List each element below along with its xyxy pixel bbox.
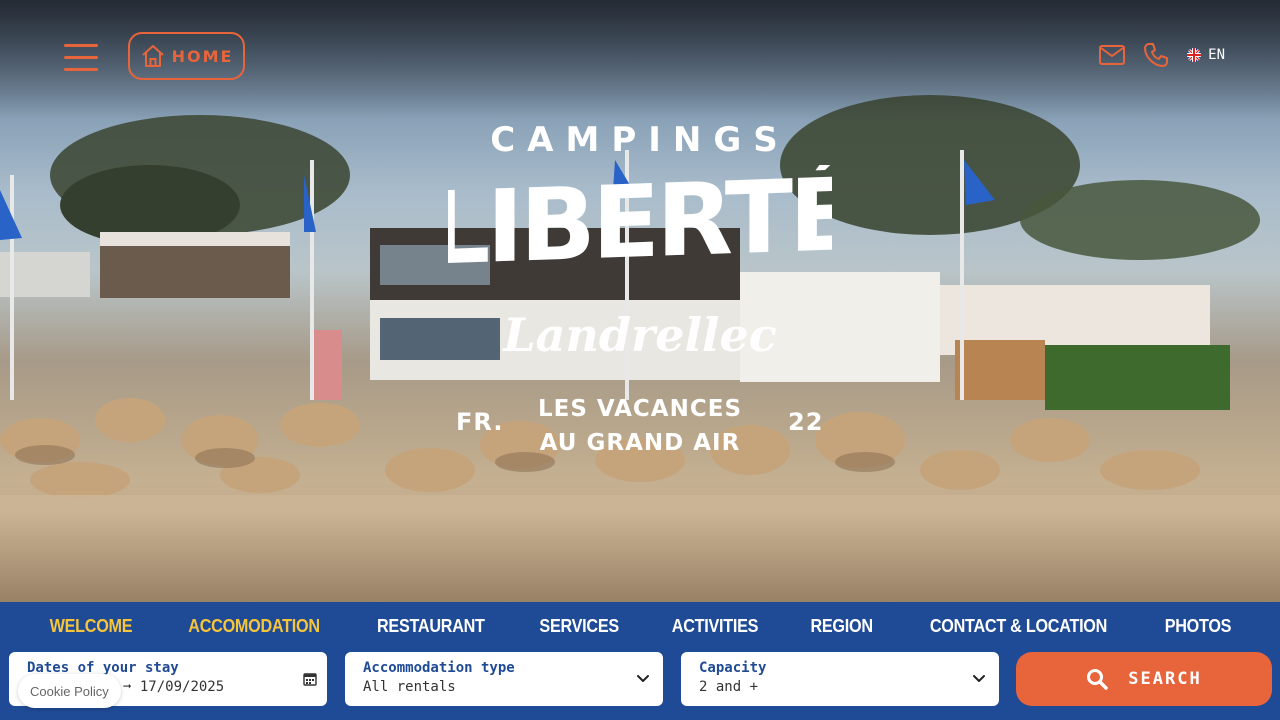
nav-contact-location[interactable]: CONTACT & LOCATION xyxy=(930,616,1107,637)
nav-photos[interactable]: PHOTOS xyxy=(1165,616,1232,637)
mail-icon[interactable] xyxy=(1099,45,1126,65)
brand-landrellec: Landrellec xyxy=(503,308,777,362)
dates-value: 17/09/2025 xyxy=(139,679,225,695)
capacity-label: Capacity xyxy=(699,660,767,676)
brand-liberte-text: LIBERTÉ xyxy=(448,165,832,275)
nav-welcome[interactable]: WELCOME xyxy=(50,616,133,637)
accommodation-type-select[interactable]: Accommodation type All rentals xyxy=(345,652,663,706)
brand-liberte-logo: LIBERTÉ xyxy=(448,165,832,275)
accommodation-type-label: Accommodation type xyxy=(363,660,515,676)
main-nav: WELCOME ACCOMODATION RESTAURANT SERVICES… xyxy=(0,616,1280,637)
brand-campings: CAMPINGS xyxy=(490,120,790,160)
nav-restaurant[interactable]: RESTAURANT xyxy=(377,616,485,637)
department-mark: 22 xyxy=(788,408,824,436)
house-icon xyxy=(141,45,164,67)
language-label: EN xyxy=(1208,47,1225,63)
tagline-line-2: AU GRAND AIR xyxy=(539,430,741,456)
uk-flag-icon xyxy=(1187,48,1202,62)
search-button[interactable]: SEARCH xyxy=(1016,652,1272,706)
chevron-down-icon xyxy=(973,675,985,682)
search-icon xyxy=(1087,669,1109,690)
nav-services[interactable]: SERVICES xyxy=(539,616,619,637)
capacity-select[interactable]: Capacity 2 and + xyxy=(681,652,999,706)
header-contact-group: EN xyxy=(1099,42,1225,68)
chevron-down-icon xyxy=(637,675,649,682)
hero-bottom-shade xyxy=(0,512,1280,602)
home-label: HOME xyxy=(171,46,234,66)
nav-region[interactable]: REGION xyxy=(810,616,873,637)
capacity-value: 2 and + xyxy=(699,679,759,695)
tagline: LES VACANCES AU GRAND AIR xyxy=(0,392,1280,460)
hamburger-menu-icon[interactable] xyxy=(64,44,98,72)
arrow-right-icon: ➞ xyxy=(123,679,132,695)
booking-bar: WELCOME ACCOMODATION RESTAURANT SERVICES… xyxy=(0,602,1280,720)
calendar-icon[interactable] xyxy=(303,672,317,686)
nav-activities[interactable]: ACTIVITIES xyxy=(672,616,759,637)
home-button[interactable]: HOME xyxy=(128,32,245,80)
nav-accomodation[interactable]: ACCOMODATION xyxy=(188,616,320,637)
tagline-line-1: LES VACANCES xyxy=(537,396,743,422)
accommodation-type-value: All rentals xyxy=(363,679,456,695)
phone-icon[interactable] xyxy=(1143,42,1169,68)
search-label: SEARCH xyxy=(1128,669,1202,689)
hero-banner xyxy=(0,0,1280,602)
language-selector[interactable]: EN xyxy=(1187,47,1225,63)
cookie-policy-button[interactable]: Cookie Policy xyxy=(18,674,121,708)
